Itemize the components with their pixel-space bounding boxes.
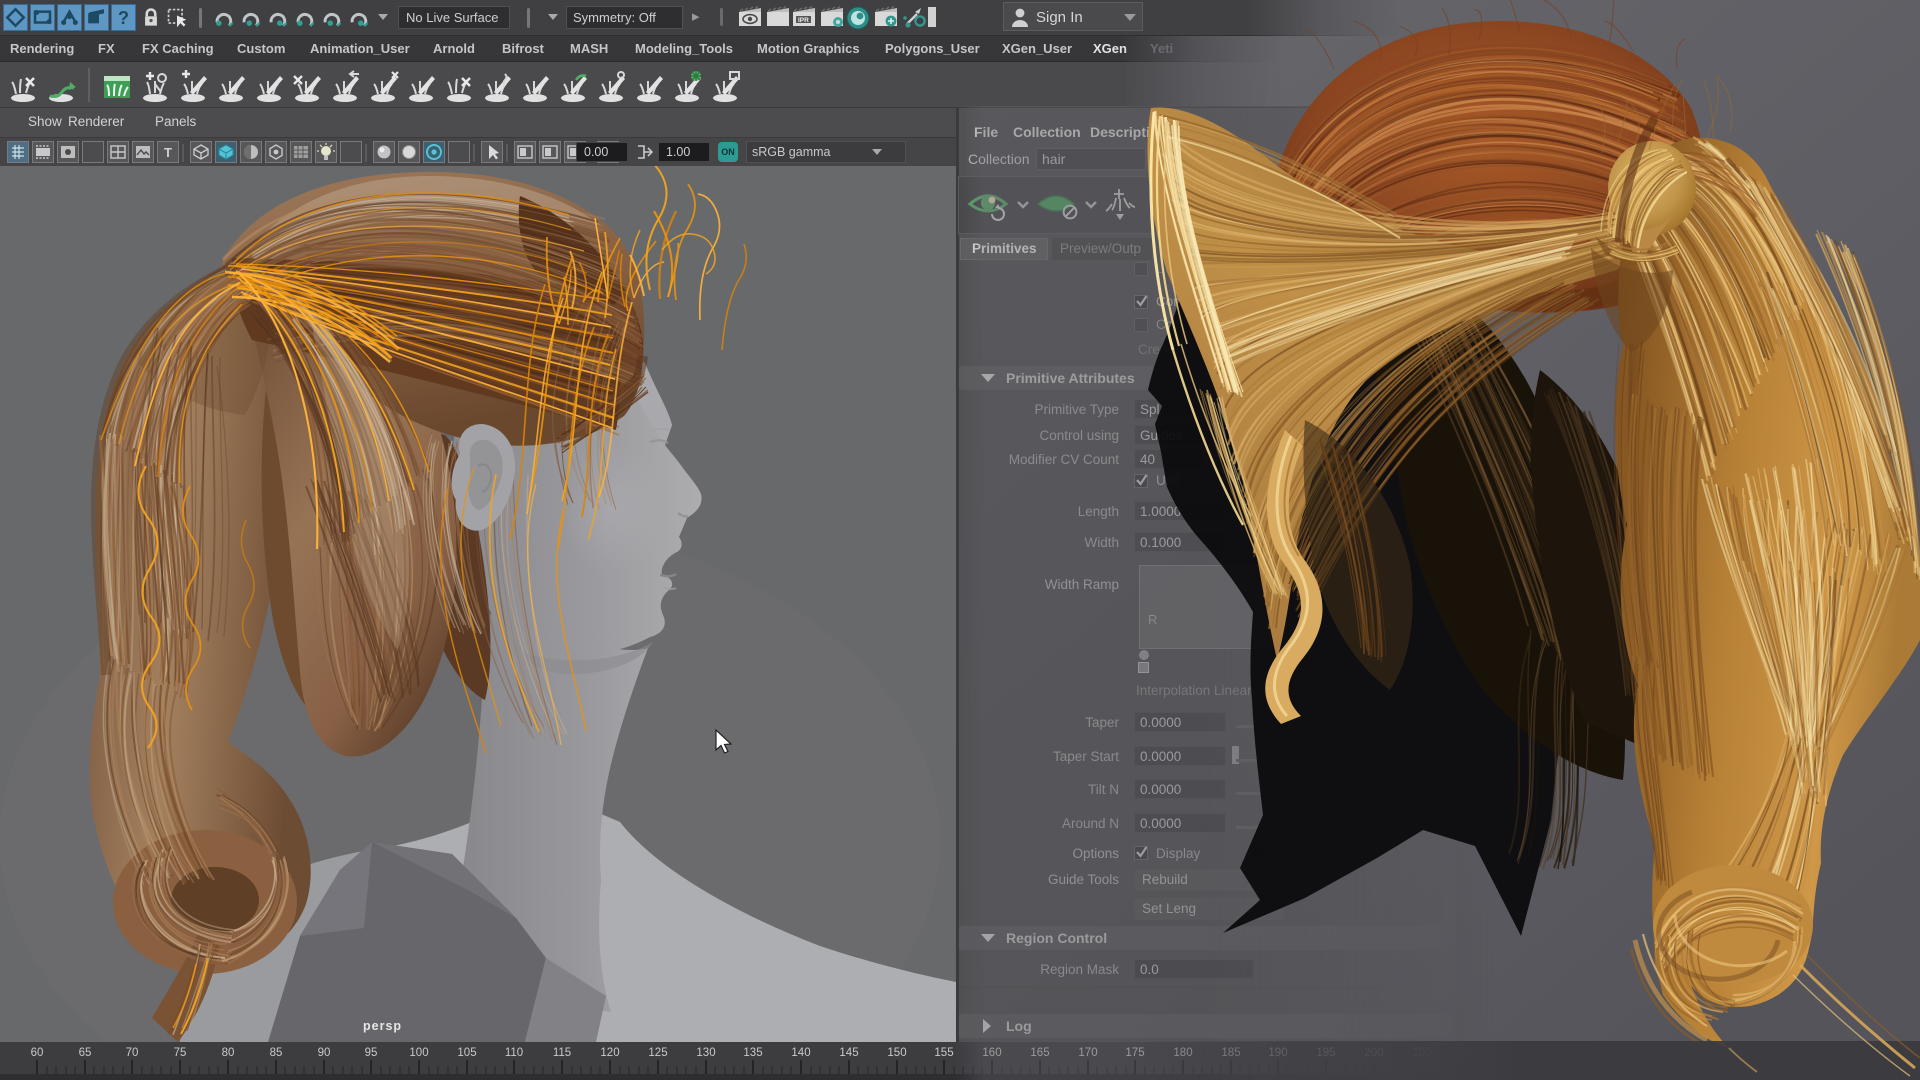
- svg-text:85: 85: [270, 1047, 283, 1059]
- svg-text:?: ?: [118, 7, 129, 28]
- svg-text:130: 130: [696, 1047, 715, 1059]
- svg-text:135: 135: [743, 1047, 762, 1059]
- svg-text:80: 80: [222, 1047, 235, 1059]
- svg-text:120: 120: [600, 1047, 619, 1059]
- svg-text:100: 100: [409, 1047, 428, 1059]
- svg-text:95: 95: [365, 1047, 378, 1059]
- svg-text:140: 140: [791, 1047, 810, 1059]
- svg-text:75: 75: [174, 1047, 187, 1059]
- svg-text:60: 60: [31, 1047, 44, 1059]
- svg-text:70: 70: [126, 1047, 139, 1059]
- svg-text:145: 145: [839, 1047, 858, 1059]
- svg-text:150: 150: [887, 1047, 906, 1059]
- svg-text:125: 125: [648, 1047, 667, 1059]
- svg-text:105: 105: [457, 1047, 476, 1059]
- svg-text:115: 115: [553, 1047, 571, 1059]
- svg-text:110: 110: [505, 1047, 523, 1059]
- svg-text:155: 155: [934, 1047, 953, 1059]
- svg-text:90: 90: [318, 1047, 331, 1059]
- svg-text:T: T: [164, 145, 172, 160]
- svg-text:IPR: IPR: [798, 17, 809, 24]
- svg-text:65: 65: [79, 1047, 92, 1059]
